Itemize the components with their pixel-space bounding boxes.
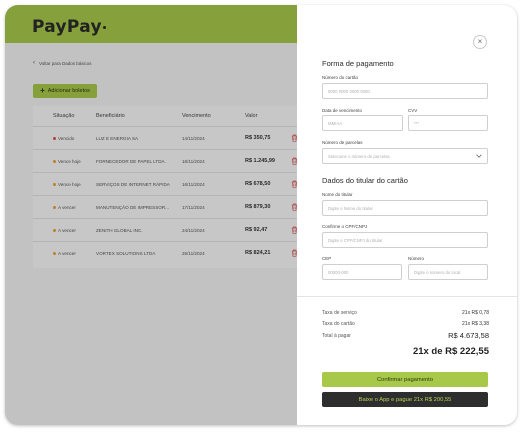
- number-placeholder: Digite o número do local: [414, 269, 461, 275]
- holder-name-label: Nome do titular: [322, 192, 353, 197]
- number-label: Número: [408, 256, 425, 261]
- card-number-input[interactable]: 0000 0000 0000 0000: [322, 83, 488, 99]
- expiry-placeholder: MM/AA: [328, 120, 343, 126]
- holder-section-title: Dados do titular do cartão: [322, 176, 408, 185]
- download-app-label: Baixe o App e pague 21x R$ 200,55: [358, 396, 452, 403]
- card-fee-label: Taxa do cartão: [322, 321, 355, 327]
- installments-label: Número de parcelas: [322, 140, 363, 145]
- installment-value: 21x de R$ 222,55: [412, 346, 489, 357]
- service-fee-value: 21x R$ 0,78: [462, 310, 489, 316]
- total-label: Total à pagar: [322, 333, 351, 339]
- expiry-label: Data de vencimento: [322, 108, 363, 113]
- close-icon: ×: [477, 37, 483, 46]
- service-fee-label: Taxa de serviço: [322, 310, 357, 316]
- confirm-payment-button[interactable]: Confirmar pagamento: [322, 372, 488, 387]
- close-button[interactable]: ×: [473, 35, 487, 49]
- cep-input[interactable]: 00000-000: [322, 264, 402, 280]
- app-window: PayPay ‹ Voltar para Dados básicos + Adi…: [5, 5, 517, 425]
- holder-name-placeholder: Digite o Nome do titular: [328, 205, 373, 211]
- cep-label: CEP: [322, 256, 332, 261]
- installments-select[interactable]: Selecione o número de parcelas: [322, 148, 488, 164]
- card-fee-value: 21x R$ 3,38: [462, 321, 489, 327]
- expiry-input[interactable]: MM/AA: [322, 115, 403, 131]
- installments-placeholder: Selecione o número de parcelas: [328, 153, 390, 159]
- confirm-payment-label: Confirmar pagamento: [376, 376, 434, 383]
- document-input[interactable]: Digite o CPF/CNPJ do titular: [322, 232, 488, 248]
- summary-divider: [297, 296, 517, 297]
- cvv-input[interactable]: ***: [408, 115, 488, 131]
- download-app-button[interactable]: Baixe o App e pague 21x R$ 200,55: [322, 392, 488, 407]
- modal-backdrop[interactable]: [5, 5, 297, 425]
- document-label: Confirme o CPF/CNPJ: [322, 224, 368, 229]
- cep-placeholder: 00000-000: [328, 269, 349, 275]
- payment-section-title: Forma de pagamento: [322, 59, 394, 68]
- cvv-placeholder: ***: [414, 120, 420, 126]
- chevron-down-icon: [476, 154, 482, 158]
- card-number-label: Número do cartão: [322, 75, 359, 80]
- number-input[interactable]: Digite o número do local: [408, 264, 488, 280]
- total-value: R$ 4.673,58: [448, 331, 489, 340]
- holder-name-input[interactable]: Digite o Nome do titular: [322, 200, 488, 216]
- card-number-placeholder: 0000 0000 0000 0000: [328, 88, 370, 94]
- document-placeholder: Digite o CPF/CNPJ do titular: [328, 237, 383, 243]
- payment-panel: × Forma de pagamento Número do cartão 00…: [297, 5, 517, 425]
- cvv-label: CVV: [408, 108, 418, 113]
